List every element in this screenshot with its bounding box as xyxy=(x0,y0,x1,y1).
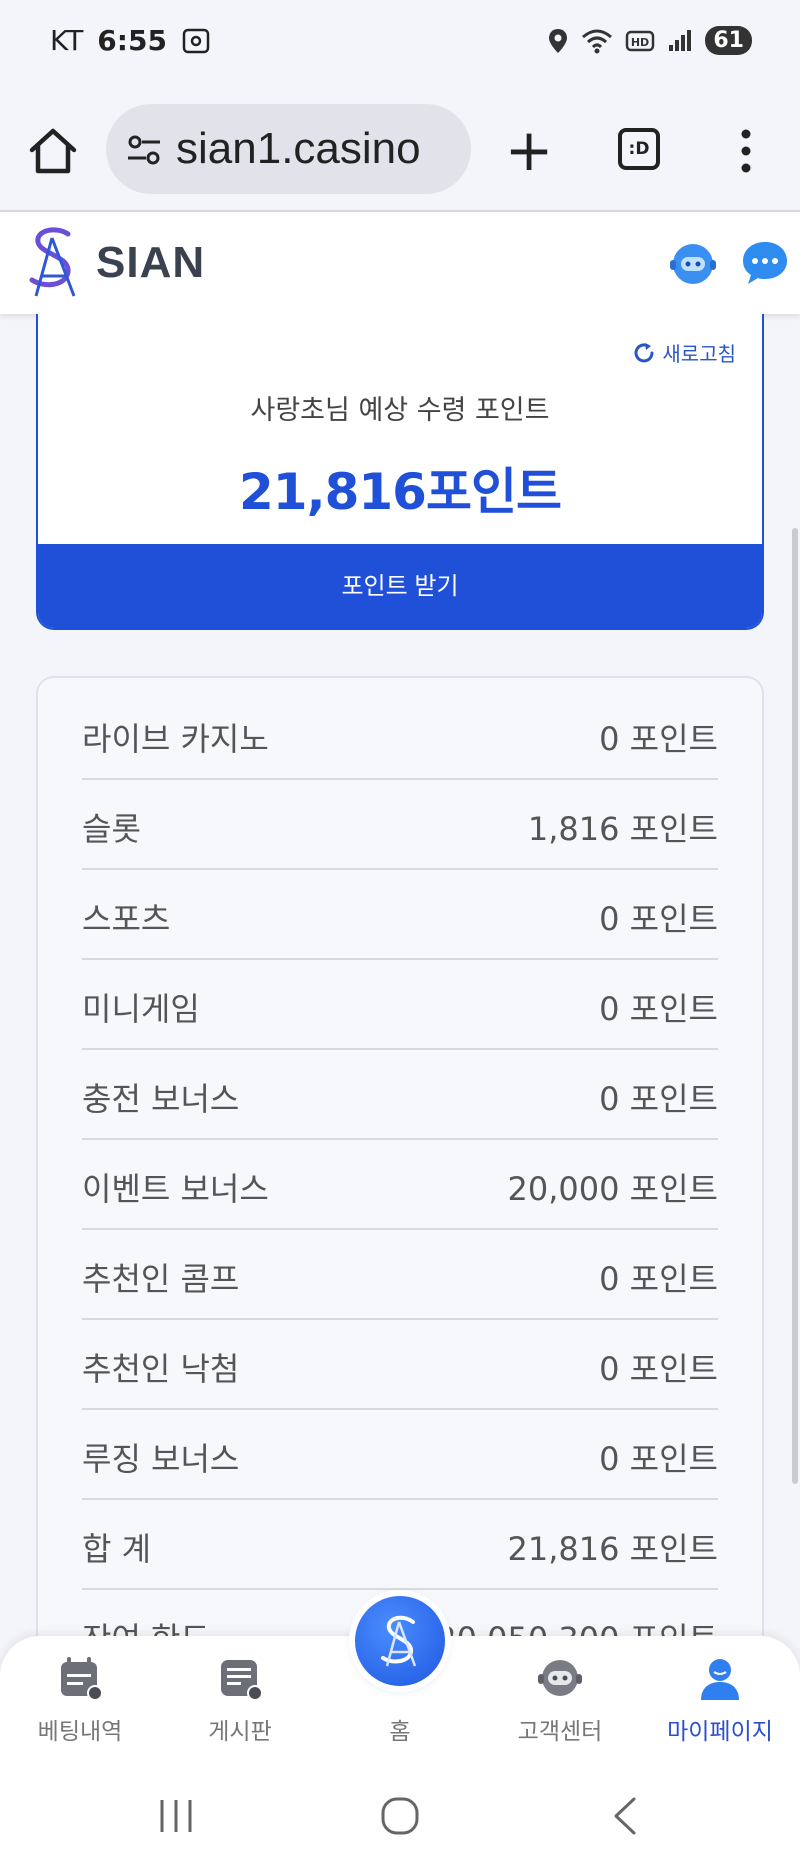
row-label: 추천인 낙첨 xyxy=(82,1350,240,1388)
points-breakdown-list: 라이브 카지노 0 포인트 슬롯 1,816 포인트 스포츠 0 포인트 미니게… xyxy=(36,676,764,1680)
row-value: 20,000 포인트 xyxy=(507,1170,718,1208)
row-value: 0 포인트 xyxy=(599,900,718,938)
status-right: HD 61 xyxy=(547,26,752,55)
row-label: 스포츠 xyxy=(82,900,171,938)
new-tab-button[interactable]: + xyxy=(504,120,554,180)
row-label: 루징 보너스 xyxy=(82,1440,240,1478)
url-text: sian1.casino xyxy=(176,124,421,173)
board-icon xyxy=(221,1660,263,1701)
expected-points-amount: 21,816포인트 xyxy=(239,463,562,521)
row-label: 합 계 xyxy=(82,1530,152,1568)
chatbot-icon[interactable] xyxy=(668,238,718,288)
row-value: 0 포인트 xyxy=(599,1080,718,1118)
logo-text[interactable]: SIAN xyxy=(96,238,205,288)
nav-label-home: 홈 xyxy=(389,1719,411,1745)
receive-points-button[interactable]: 포인트 받기 xyxy=(38,544,762,628)
list-item-total: 합 계 21,816 포인트 xyxy=(82,1500,718,1590)
row-value: 21,816 포인트 xyxy=(507,1530,718,1568)
list-item: 미니게임 0 포인트 xyxy=(82,960,718,1050)
nav-board[interactable]: 게시판 xyxy=(175,1654,305,1746)
list-item: 추천인 콤프 0 포인트 xyxy=(82,1230,718,1320)
row-value: 0 포인트 xyxy=(599,990,718,1028)
hd-voice-icon: HD xyxy=(626,30,655,51)
battery-indicator: 61 xyxy=(705,26,752,55)
status-left: KT 6:55 xyxy=(50,24,211,57)
row-label: 충전 보너스 xyxy=(82,1080,240,1118)
calendar-icon xyxy=(61,1657,103,1701)
card-subtitle: 사랑초님 예상 수령 포인트 xyxy=(250,395,550,426)
home-circle-icon[interactable] xyxy=(380,1796,420,1836)
refresh-button[interactable]: 새로고침 xyxy=(632,338,736,367)
row-label: 슬롯 xyxy=(82,810,141,848)
nav-label: 마이페이지 xyxy=(667,1719,773,1745)
back-icon[interactable] xyxy=(606,1796,646,1836)
browser-toolbar: sian1.casino + :D xyxy=(0,90,800,212)
list-item: 이벤트 보너스 20,000 포인트 xyxy=(82,1140,718,1230)
recent-apps-icon[interactable] xyxy=(156,1796,196,1836)
nav-label: 베팅내역 xyxy=(37,1719,123,1745)
clock: 6:55 xyxy=(97,24,167,57)
svg-text:HD: HD xyxy=(631,36,649,49)
user-icon xyxy=(701,1659,739,1700)
screenshot-icon xyxy=(182,28,210,53)
row-value: 0 포인트 xyxy=(599,1350,718,1388)
nav-customer-center[interactable]: 고객센터 xyxy=(495,1654,625,1746)
message-icon[interactable] xyxy=(740,238,790,288)
home-icon[interactable] xyxy=(26,124,80,178)
expected-points-card: 새로고침 사랑초님 예상 수령 포인트 21,816포인트 포인트 받기 xyxy=(36,314,764,630)
wifi-icon xyxy=(582,29,613,53)
list-item: 라이브 카지노 0 포인트 xyxy=(82,690,718,780)
sian-logo-icon[interactable] xyxy=(22,224,88,300)
android-system-nav xyxy=(0,1766,800,1867)
list-item: 추천인 낙첨 0 포인트 xyxy=(82,1320,718,1410)
sian-logo-icon xyxy=(381,1615,417,1667)
row-value: 0 포인트 xyxy=(599,1440,718,1478)
tab-switcher-button[interactable]: :D xyxy=(618,128,660,170)
row-label: 추천인 콤프 xyxy=(82,1260,240,1298)
row-value: 0 포인트 xyxy=(599,1260,718,1298)
status-bar: KT 6:55 HD 61 xyxy=(0,0,800,90)
row-label: 미니게임 xyxy=(82,990,200,1028)
nav-my-page[interactable]: 마이페이지 xyxy=(655,1654,785,1746)
carrier-label: KT xyxy=(50,24,84,57)
nav-home-button[interactable] xyxy=(355,1596,445,1686)
nav-betting-history[interactable]: 베팅내역 xyxy=(15,1654,145,1746)
signal-icon xyxy=(669,29,692,51)
list-item: 루징 보너스 0 포인트 xyxy=(82,1410,718,1500)
more-menu-icon[interactable] xyxy=(728,126,764,176)
list-item: 슬롯 1,816 포인트 xyxy=(82,780,718,870)
refresh-label: 새로고침 xyxy=(662,342,736,366)
site-settings-icon[interactable] xyxy=(124,130,164,170)
support-robot-icon xyxy=(538,1660,582,1696)
row-label: 라이브 카지노 xyxy=(82,720,269,758)
site-header: SIAN xyxy=(0,212,800,314)
row-value: 1,816 포인트 xyxy=(527,810,718,848)
address-bar[interactable]: sian1.casino xyxy=(106,104,471,194)
list-item: 충전 보너스 0 포인트 xyxy=(82,1050,718,1140)
row-value: 0 포인트 xyxy=(599,720,718,758)
row-label: 이벤트 보너스 xyxy=(82,1170,269,1208)
nav-label: 게시판 xyxy=(208,1719,272,1745)
location-icon xyxy=(549,28,568,53)
nav-label: 고객센터 xyxy=(517,1719,603,1745)
page-scrollbar[interactable] xyxy=(792,528,798,1484)
list-item: 스포츠 0 포인트 xyxy=(82,870,718,960)
refresh-icon xyxy=(634,342,654,362)
